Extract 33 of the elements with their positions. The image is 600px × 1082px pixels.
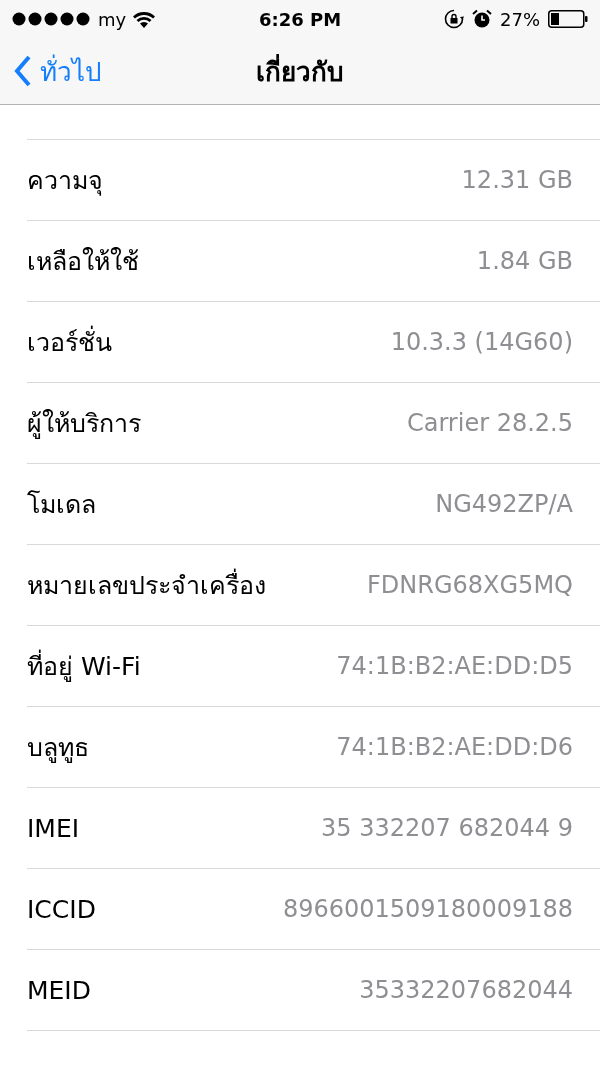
row-value: 74:1B:B2:AE:DD:D6 — [336, 733, 573, 761]
alarm-clock-icon — [472, 9, 492, 29]
row-value: NG492ZP/A — [435, 490, 573, 518]
page-title: เกี่ยวกับ — [256, 56, 344, 87]
battery-icon — [548, 10, 588, 28]
wifi-icon — [132, 10, 157, 28]
row-value: Carrier 28.2.5 — [406, 409, 573, 437]
row-label: โมเดล — [27, 489, 96, 521]
carrier-name: my — [98, 8, 127, 30]
status-time: 6:26 PM — [258, 8, 342, 30]
row-value: 8966001509180009188 — [282, 895, 573, 923]
row-value: 1.84 GB — [476, 247, 573, 275]
row-label: เหลือให้ใช้ — [27, 246, 139, 278]
row-label: บลูทูธ — [27, 732, 89, 765]
row-label: หมายเลขประจำเครื่อง — [27, 565, 266, 605]
row-label: เวอร์ชั่น — [27, 322, 112, 362]
row-value: 35332207682044 — [359, 976, 573, 1004]
row-label: MEID — [27, 975, 91, 1005]
row-value: 35 332207 682044 9 — [321, 814, 573, 842]
row-label: ความจุ — [27, 165, 103, 198]
row-label: ที่อยู่ Wi-Fi — [27, 646, 141, 686]
row-value: 74:1B:B2:AE:DD:D5 — [336, 652, 573, 680]
chevron-left-icon — [14, 55, 32, 87]
back-button[interactable]: ทั่วไป — [14, 50, 102, 92]
row-value: 10.3.3 (14G60) — [390, 328, 573, 356]
row-label: ICCID — [27, 894, 96, 924]
row-value: 12.31 GB — [461, 166, 573, 194]
battery-percent: 27% — [500, 8, 540, 30]
rotation-lock-icon — [444, 9, 464, 29]
row-label: ผู้ให้บริการ — [27, 408, 141, 441]
row-label: IMEI — [27, 813, 80, 843]
signal-icon — [12, 12, 92, 26]
row-value: FDNRG68XG5MQ — [367, 571, 573, 599]
